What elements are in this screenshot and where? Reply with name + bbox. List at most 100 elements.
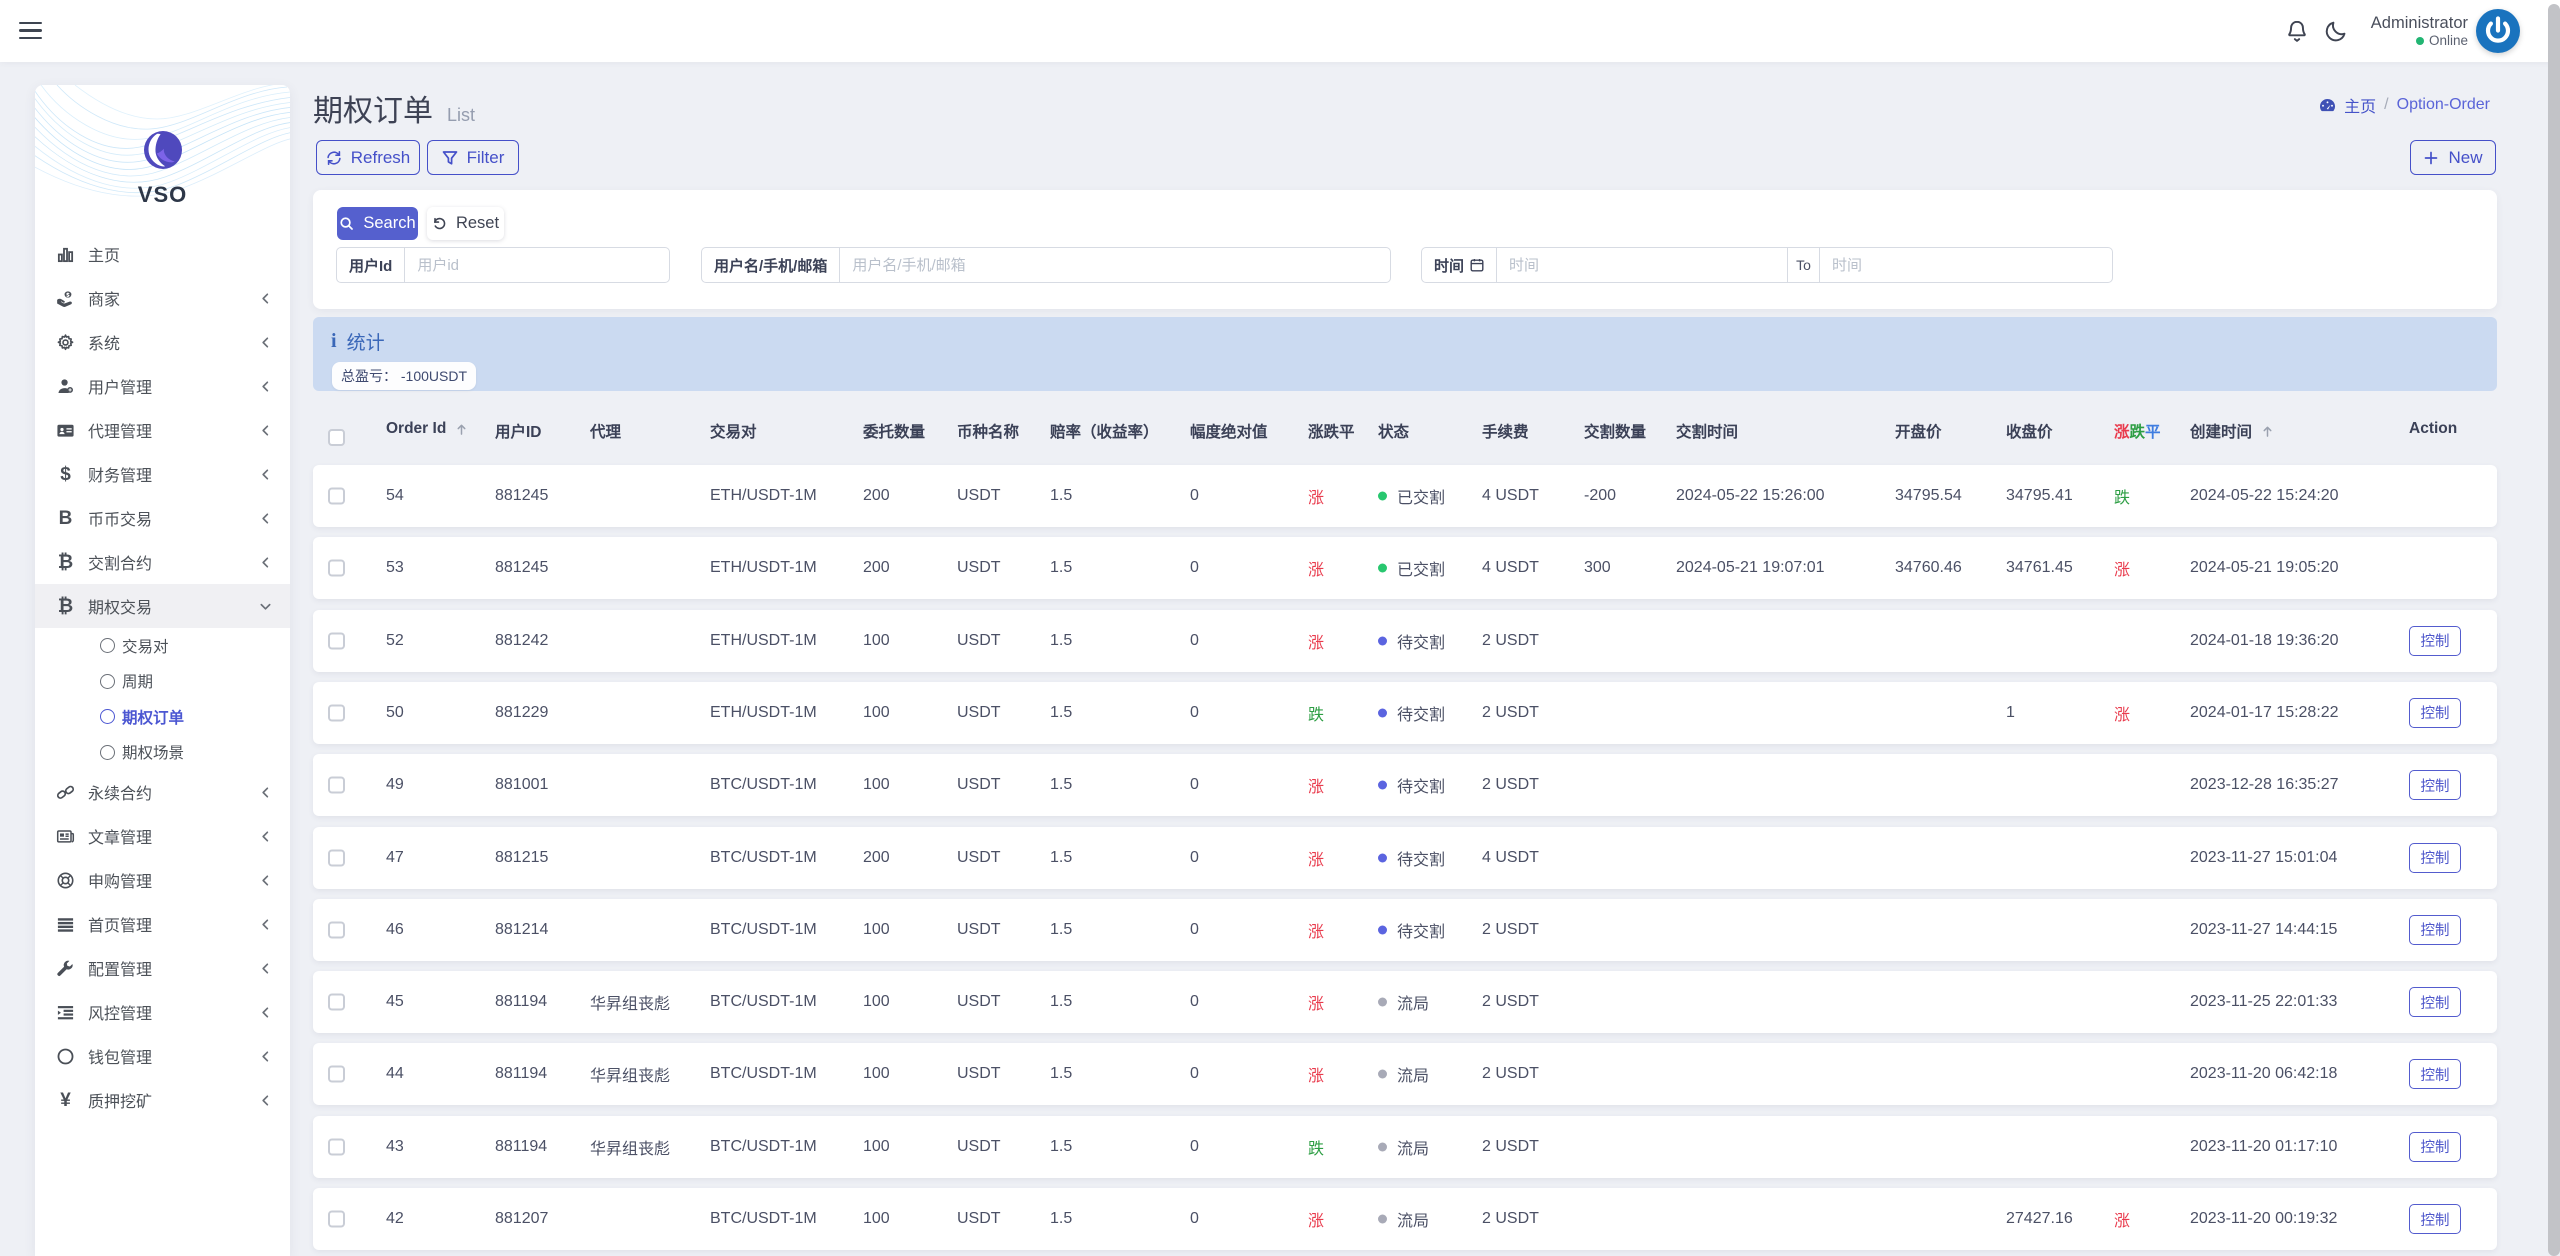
cell-amplitude: 0 xyxy=(1190,993,1199,1011)
sidebar-subitem-期权场景[interactable]: 期权场景 xyxy=(35,735,290,771)
row-checkbox[interactable] xyxy=(328,993,345,1011)
sidebar-item-12[interactable]: 申购管理 xyxy=(35,858,290,902)
bars-icon xyxy=(56,915,75,934)
control-button[interactable]: 控制 xyxy=(2409,842,2461,873)
notifications-bell-icon[interactable] xyxy=(2284,18,2310,44)
sidebar-item-1[interactable]: 主页 xyxy=(35,232,290,276)
page-scrollbar[interactable] xyxy=(2548,4,2560,1256)
sidebar-item-9[interactable]: ₿ 期权交易 xyxy=(35,584,290,628)
gear-icon xyxy=(56,333,75,352)
column-header-action: Action xyxy=(2409,420,2458,437)
sidebar-subitem-周期[interactable]: 周期 xyxy=(35,664,290,700)
hamburger-menu-button[interactable] xyxy=(19,22,43,41)
yen-icon: ¥ xyxy=(60,1089,71,1111)
order-row-44: 44 881194 华昇组丧彪 BTC/USDT-1M 100 USDT 1.5 0 涨 流局 2 … xyxy=(313,1043,2497,1106)
cell-close_price: 34761.45 xyxy=(2006,559,2073,577)
info-icon: i xyxy=(331,330,337,352)
chevron-left-icon xyxy=(259,556,272,569)
row-checkbox[interactable] xyxy=(328,704,345,722)
table-header: Order Id 用户ID 代理 交易对 委托数量 币种名称 赔率（收益率） 幅度绝对值 涨跌平… xyxy=(313,420,2497,455)
cell-user_id: 881194 xyxy=(495,1065,548,1083)
sidebar-subitem-交易对[interactable]: 交易对 xyxy=(35,628,290,664)
sidebar-item-11[interactable]: 文章管理 xyxy=(35,814,290,858)
row-checkbox[interactable] xyxy=(328,1065,345,1083)
sidebar-item-14[interactable]: 配置管理 xyxy=(35,946,290,990)
sidebar-item-10[interactable]: 永续合约 xyxy=(35,770,290,814)
cell-order_id: 53 xyxy=(386,559,404,577)
cell-updown: 涨 xyxy=(1308,923,1325,941)
column-header-coin: 币种名称 xyxy=(957,424,1020,441)
cell-status: 待交割 xyxy=(1397,923,1446,941)
sidebar-item-15[interactable]: 风控管理 xyxy=(35,990,290,1034)
cell-created: 2023-11-27 14:44:15 xyxy=(2190,920,2338,938)
search-icon xyxy=(340,217,354,230)
sidebar-item-6[interactable]: $ 财务管理 xyxy=(35,452,290,496)
sidebar-item-3[interactable]: 系统 xyxy=(35,320,290,364)
cell-delivery_qty: -200 xyxy=(1584,487,1617,504)
letter-b-icon: B xyxy=(58,507,73,529)
control-button[interactable]: 控制 xyxy=(2409,625,2461,656)
control-button[interactable]: 控制 xyxy=(2409,770,2461,801)
control-button[interactable]: 控制 xyxy=(2409,1059,2461,1090)
cell-fee: 2 USDT xyxy=(1482,703,1539,721)
row-checkbox[interactable] xyxy=(328,1138,345,1156)
user-avatar[interactable] xyxy=(2476,9,2520,53)
cell-fee: 2 USDT xyxy=(1482,1065,1539,1083)
breadcrumb-home-link[interactable]: 主页 xyxy=(2344,93,2376,117)
cell-amount: 200 xyxy=(863,848,890,866)
row-checkbox[interactable] xyxy=(328,921,345,939)
sidebar-item-4[interactable]: 用户管理 xyxy=(35,364,290,408)
select-all-checkbox[interactable] xyxy=(328,429,345,446)
control-button[interactable]: 控制 xyxy=(2409,987,2461,1018)
new-button[interactable]: New xyxy=(2410,140,2496,175)
account-input[interactable] xyxy=(840,248,1390,282)
search-button[interactable]: Search xyxy=(337,207,418,240)
chevron-left-icon xyxy=(259,786,272,799)
cell-open_price: 34795.54 xyxy=(1895,487,1962,504)
refresh-button[interactable]: Refresh xyxy=(316,140,420,175)
control-button[interactable]: 控制 xyxy=(2409,914,2461,945)
column-header-order_id[interactable]: Order Id xyxy=(386,420,468,438)
sidebar-item-8[interactable]: ₿ 交割合约 xyxy=(35,540,290,584)
cell-pair: BTC/USDT-1M xyxy=(710,920,817,938)
sidebar-subitem-label: 期权场景 xyxy=(122,745,185,763)
cell-created: 2023-11-25 22:01:33 xyxy=(2190,993,2338,1011)
wrench-icon xyxy=(56,959,75,978)
control-button[interactable]: 控制 xyxy=(2409,697,2461,728)
dark-mode-moon-icon[interactable] xyxy=(2323,18,2349,44)
dollar-icon: $ xyxy=(60,463,71,485)
filter-button[interactable]: Filter xyxy=(427,140,519,175)
cell-updown: 涨 xyxy=(1308,562,1325,580)
row-checkbox[interactable] xyxy=(328,487,345,505)
reset-button[interactable]: Reset xyxy=(427,207,504,240)
status-dot xyxy=(1378,853,1387,862)
row-checkbox[interactable] xyxy=(328,1210,345,1228)
column-header-open_price: 开盘价 xyxy=(1895,424,1942,441)
sidebar-item-label: 首页管理 xyxy=(88,918,153,935)
time-from-input[interactable] xyxy=(1497,248,1788,282)
control-button[interactable]: 控制 xyxy=(2409,1131,2461,1162)
sidebar-item-2[interactable]: 商家 xyxy=(35,276,290,320)
row-checkbox[interactable] xyxy=(328,849,345,866)
cell-amplitude: 0 xyxy=(1190,1210,1199,1227)
sidebar-item-16[interactable]: 钱包管理 xyxy=(35,1034,290,1078)
sidebar-item-7[interactable]: B 币币交易 xyxy=(35,496,290,540)
cell-coin: USDT xyxy=(957,487,1001,504)
sidebar-subitem-期权订单[interactable]: 期权订单 xyxy=(35,699,290,735)
row-checkbox[interactable] xyxy=(328,559,345,577)
row-checkbox[interactable] xyxy=(328,632,345,650)
sidebar-item-label: 永续合约 xyxy=(88,786,153,803)
sidebar-item-5[interactable]: 代理管理 xyxy=(35,408,290,452)
cell-user_id: 881207 xyxy=(495,1210,549,1227)
column-header-created[interactable]: 创建时间 xyxy=(2190,420,2274,442)
sidebar-item-13[interactable]: 首页管理 xyxy=(35,902,290,946)
sidebar-item-17[interactable]: ¥ 质押挖矿 xyxy=(35,1078,290,1122)
sidebar-item-label: 配置管理 xyxy=(88,962,153,979)
user-id-input[interactable] xyxy=(405,248,669,282)
control-button[interactable]: 控制 xyxy=(2409,1204,2461,1234)
stats-title: 统计 xyxy=(346,333,385,354)
time-to-input[interactable] xyxy=(1819,248,2112,282)
cell-pair: BTC/USDT-1M xyxy=(710,1065,817,1083)
cell-amplitude: 0 xyxy=(1190,631,1199,649)
row-checkbox[interactable] xyxy=(328,776,345,794)
